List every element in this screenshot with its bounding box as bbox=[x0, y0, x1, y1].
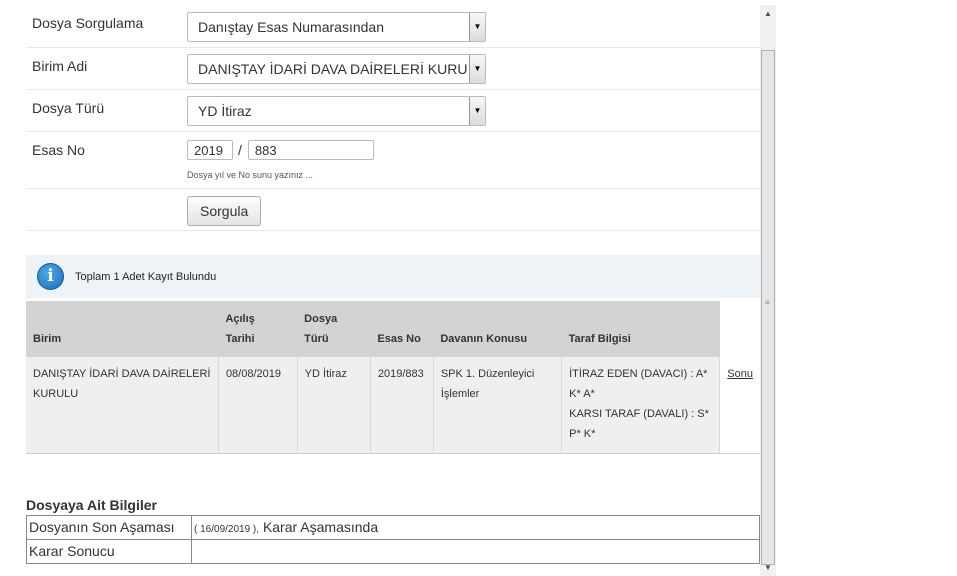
dosya-sorgulama-field: Danıştay Esas Numarasından ▼ bbox=[187, 5, 486, 47]
info-message: Toplam 1 Adet Kayıt Bulundu bbox=[75, 270, 217, 283]
birim-adi-field: DANIŞTAY İDARİ DAVA DAİRELERİ KURULU ▼ bbox=[187, 48, 486, 89]
dosya-turu-label: Dosya Türü bbox=[32, 100, 105, 116]
esas-no-label: Esas No bbox=[32, 142, 85, 158]
dosya-sorgulama-label: Dosya Sorgulama bbox=[32, 15, 144, 31]
info-bar: i Toplam 1 Adet Kayıt Bulundu bbox=[26, 255, 760, 298]
karar-sonucu-value bbox=[191, 538, 760, 564]
dosya-turu-select[interactable]: YD İtiraz ▼ bbox=[187, 96, 486, 126]
header-blank bbox=[719, 301, 760, 357]
row-birim-adi: Birim Adi DANIŞTAY İDARİ DAVA DAİRELERİ … bbox=[26, 48, 760, 90]
grip-icon: ≡ bbox=[765, 298, 770, 307]
details-table: Dosyanın Son Aşaması ( 16/09/2019 ), Kar… bbox=[26, 514, 760, 564]
chevron-down-icon[interactable]: ▼ bbox=[469, 13, 485, 41]
cell-esas: 2019/883 bbox=[370, 357, 434, 454]
taraf-davali: KARSI TARAF (DAVALI) : S* P* K* bbox=[569, 408, 709, 440]
cell-link: Sonu bbox=[719, 357, 760, 454]
content-area: Dosya Sorgulama Danıştay Esas Numarasınd… bbox=[26, 5, 760, 564]
esas-no-inputs: / bbox=[187, 140, 374, 160]
row-submit: Sorgula bbox=[26, 189, 760, 231]
dosya-turu-value: YD İtiraz bbox=[198, 103, 252, 119]
header-esas-no: Esas No bbox=[370, 301, 434, 357]
details-row-son-asama: Dosyanın Son Aşaması ( 16/09/2019 ), Kar… bbox=[26, 514, 760, 540]
details-title: Dosyaya Ait Bilgiler bbox=[26, 496, 157, 513]
birim-adi-label: Birim Adi bbox=[32, 58, 88, 74]
esas-no-field: / Dosya yıl ve No sunu yazınız ... bbox=[187, 132, 374, 188]
esas-year-input[interactable] bbox=[187, 140, 233, 160]
chevron-down-icon[interactable]: ▼ bbox=[469, 55, 485, 83]
table-row: DANIŞTAY İDARİ DAVA DAİRELERİ KURULU 08/… bbox=[26, 357, 760, 454]
header-davanin-konusu: Davanın Konusu bbox=[433, 301, 562, 357]
son-asama-label: Dosyanın Son Aşaması bbox=[26, 514, 192, 540]
dosya-sorgulama-value: Danıştay Esas Numarasından bbox=[198, 19, 384, 35]
cell-tarih: 08/08/2019 bbox=[218, 357, 298, 454]
esas-no-hint: Dosya yıl ve No sunu yazınız ... bbox=[187, 170, 314, 180]
scrollbar-thumb[interactable]: ≡ bbox=[761, 50, 775, 565]
sorgula-button[interactable]: Sorgula bbox=[187, 196, 262, 226]
son-asama-date: ( 16/09/2019 ), bbox=[194, 524, 260, 535]
results-header-row: Birim Açılış Tarihi Dosya Türü Esas No Dav… bbox=[26, 301, 760, 357]
dosya-turu-field: YD İtiraz ▼ bbox=[187, 90, 486, 131]
submit-field: Sorgula bbox=[187, 189, 262, 230]
taraf-davaci: İTİRAZ EDEN (DAVACI) : A* K* A* bbox=[569, 368, 708, 400]
cell-tur: YD İtiraz bbox=[297, 357, 371, 454]
details-row-karar: Karar Sonucu bbox=[26, 538, 760, 564]
results-table: Birim Açılış Tarihi Dosya Türü Esas No Dav… bbox=[26, 301, 760, 454]
cell-konu: SPK 1. Düzenleyici İşlemler bbox=[433, 357, 563, 454]
header-birim: Birim bbox=[26, 301, 219, 357]
info-icon: i bbox=[37, 263, 64, 290]
vertical-scrollbar[interactable]: ▲ ≡ ▼ bbox=[760, 5, 776, 576]
scroll-up-icon[interactable]: ▲ bbox=[760, 5, 776, 22]
dosya-sorgulama-select[interactable]: Danıştay Esas Numarasından ▼ bbox=[187, 12, 486, 42]
row-dosya-sorgulama: Dosya Sorgulama Danıştay Esas Numarasınd… bbox=[26, 5, 760, 48]
scroll-down-icon[interactable]: ▼ bbox=[760, 559, 776, 576]
esas-number-input[interactable] bbox=[247, 140, 374, 160]
row-dosya-turu: Dosya Türü YD İtiraz ▼ bbox=[26, 90, 760, 132]
karar-sonucu-label: Karar Sonucu bbox=[26, 538, 192, 564]
birim-adi-value: DANIŞTAY İDARİ DAVA DAİRELERİ KURULU bbox=[198, 61, 468, 77]
sonuc-link[interactable]: Sonu bbox=[727, 368, 753, 380]
header-dosya-turu: Dosya Türü bbox=[297, 301, 371, 357]
son-asama-value-cell: ( 16/09/2019 ), Karar Aşamasında bbox=[191, 514, 760, 540]
cell-taraf: İTİRAZ EDEN (DAVACI) : A* K* A* KARSI TA… bbox=[561, 357, 721, 454]
birim-adi-select[interactable]: DANIŞTAY İDARİ DAVA DAİRELERİ KURULU ▼ bbox=[187, 54, 486, 84]
page-viewport: Dosya Sorgulama Danıştay Esas Numarasınd… bbox=[0, 0, 776, 576]
cell-birim: DANIŞTAY İDARİ DAVA DAİRELERİ KURULU bbox=[26, 357, 219, 454]
header-taraf-bilgisi: Taraf Bilgisi bbox=[561, 301, 720, 357]
son-asama-value: Karar Aşamasında bbox=[262, 519, 379, 535]
separator-slash: / bbox=[238, 142, 242, 158]
header-acilis-tarihi: Açılış Tarihi bbox=[218, 301, 298, 357]
empty-label bbox=[26, 189, 187, 230]
row-esas-no: Esas No / Dosya yıl ve No sunu yazınız .… bbox=[26, 132, 760, 189]
chevron-down-icon[interactable]: ▼ bbox=[469, 97, 485, 125]
